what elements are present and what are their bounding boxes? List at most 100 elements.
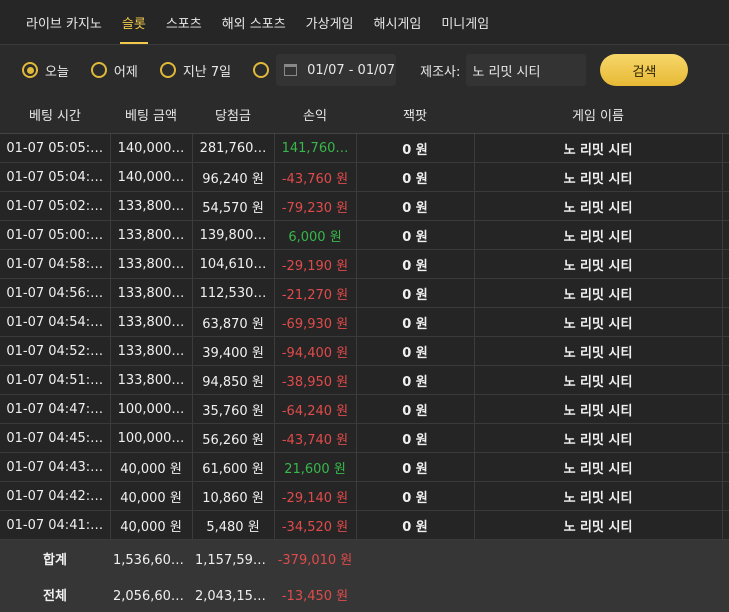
table-cell: 133,800… xyxy=(110,220,193,250)
table-row: 01-07 04:52:… 133,800… 39,400 원 -94,400 원0 … xyxy=(0,336,729,366)
table-row: 01-07 04:56:… 133,800… 112,530… -21,270 원0 … xyxy=(0,278,729,308)
table-cell: 노 리밋 시티 xyxy=(474,249,723,279)
table-cell: 노 리밋 시티 xyxy=(474,133,723,163)
table-cell-spacer xyxy=(722,481,729,511)
table-cell: 노 리밋 시티 xyxy=(474,220,723,250)
date-radio-1[interactable]: 어제 xyxy=(90,61,138,80)
table-header: 베팅 시간 베팅 금액 당첨금 손익 잭팟 게임 이름 xyxy=(0,95,729,134)
table-row: 01-07 04:54:… 133,800… 63,870 원 -69,930 원0 … xyxy=(0,307,729,337)
table-cell: 0 원 xyxy=(356,481,475,511)
table-cell: 10,860 원 xyxy=(192,481,275,511)
table-cell: 61,600 원 xyxy=(192,452,275,482)
table-cell: -38,950 원 xyxy=(274,365,357,395)
totals-label: 전체 xyxy=(0,576,110,612)
table-cell: 노 리밋 시티 xyxy=(474,365,723,395)
table-row: 01-07 04:41:… 40,000 원 5,480 원 -34,520 원0 원… xyxy=(0,510,729,540)
table-cell-spacer xyxy=(722,191,729,221)
date-radio-3[interactable] xyxy=(253,62,270,78)
tab-0[interactable]: 라이브 카지노 xyxy=(0,0,112,44)
table-cell: 54,570 원 xyxy=(192,191,275,221)
table-cell: 01-07 05:05:… xyxy=(0,133,111,163)
table-cell: 0 원 xyxy=(356,336,475,366)
table-cell: 노 리밋 시티 xyxy=(474,307,723,337)
table-cell: -29,190 원 xyxy=(274,249,357,279)
table-cell: 노 리밋 시티 xyxy=(474,481,723,511)
table-cell-spacer xyxy=(722,423,729,453)
date-range-text: 01/07 - 01/07 xyxy=(307,62,396,78)
column-header-spacer xyxy=(722,95,729,134)
table-cell: 노 리밋 시티 xyxy=(474,191,723,221)
table-cell: 133,800… xyxy=(110,336,193,366)
table-cell: 01-07 04:43:… xyxy=(0,452,111,482)
date-radio-0[interactable]: 오늘 xyxy=(22,61,69,80)
table-cell: 노 리밋 시티 xyxy=(474,394,723,424)
date-radio-group: 오늘 어제 지난 7일 xyxy=(0,61,270,80)
date-radio-2[interactable]: 지난 7일 xyxy=(159,61,231,80)
table-cell: 100,000… xyxy=(110,423,193,453)
table-row: 01-07 05:02:… 133,800… 54,570 원 -79,230 원0 … xyxy=(0,191,729,221)
bet-history-table: 베팅 시간 베팅 금액 당첨금 손익 잭팟 게임 이름 01-07 05:05:… 140,… xyxy=(0,95,729,612)
table-cell: -43,740 원 xyxy=(274,423,357,453)
maker-label: 제조사: xyxy=(420,64,461,80)
table-cell: 01-07 04:56:… xyxy=(0,278,111,308)
totals-bet: 2,056,600 원 xyxy=(110,576,192,612)
table-cell: 140,000… xyxy=(110,162,193,192)
table-cell: 21,600 원 xyxy=(274,452,357,482)
table-cell: 01-07 04:51:… xyxy=(0,365,111,395)
table-cell-spacer xyxy=(722,365,729,395)
table-cell: 노 리밋 시티 xyxy=(474,510,723,540)
table-cell: 0 원 xyxy=(356,452,475,482)
table-cell: 0 원 xyxy=(356,162,475,192)
maker-input[interactable] xyxy=(466,54,587,86)
table-cell: 100,000… xyxy=(110,394,193,424)
tab-3[interactable]: 해외 스포츠 xyxy=(212,0,296,44)
radio-circle-icon xyxy=(90,62,107,78)
column-header: 당첨금 xyxy=(192,95,274,134)
table-cell: 35,760 원 xyxy=(192,394,275,424)
tab-6[interactable]: 미니게임 xyxy=(431,0,499,44)
totals-label: 합계 xyxy=(0,539,110,576)
table-cell: 노 리밋 시티 xyxy=(474,423,723,453)
table-cell: 01-07 04:42:… xyxy=(0,481,111,511)
table-cell: 40,000 원 xyxy=(110,481,193,511)
table-cell: 노 리밋 시티 xyxy=(474,452,723,482)
table-cell: 01-07 05:00:… xyxy=(0,220,111,250)
table-row: 01-07 04:51:… 133,800… 94,850 원 -38,950 원0 … xyxy=(0,365,729,395)
tab-1[interactable]: 슬롯 xyxy=(112,0,156,44)
column-header: 게임 이름 xyxy=(474,95,722,134)
table-cell: 139,800… xyxy=(192,220,275,250)
totals-win: 1,157,590 원 xyxy=(192,539,274,576)
totals-row: 전체 2,056,600 원 2,043,150 원 -13,450 원 xyxy=(0,576,729,612)
table-cell-spacer xyxy=(722,510,729,540)
table-row: 01-07 04:58:… 133,800… 104,610… -29,190 원0 … xyxy=(0,249,729,279)
table-cell: 01-07 04:58:… xyxy=(0,249,111,279)
table-row: 01-07 04:45:… 100,000… 56,260 원 -43,740 원0 … xyxy=(0,423,729,453)
search-button[interactable]: 검색 xyxy=(600,54,689,86)
radio-circle-icon xyxy=(22,62,38,78)
totals-pl: -13,450 원 xyxy=(274,576,356,612)
filter-bar: 오늘 어제 지난 7일 01/07 - 01/07 제조사: 검색 xyxy=(0,45,729,95)
table-cell: 01-07 04:45:… xyxy=(0,423,111,453)
table-row: 01-07 04:43:… 40,000 원 61,600 원 21,600 원0 원… xyxy=(0,452,729,482)
tab-5[interactable]: 해시게임 xyxy=(364,0,432,44)
column-header: 손익 xyxy=(274,95,356,134)
tab-4[interactable]: 가상게임 xyxy=(296,0,364,44)
tab-2[interactable]: 스포츠 xyxy=(156,0,212,44)
table-cell: 01-07 05:04:… xyxy=(0,162,111,192)
table-cell: 노 리밋 시티 xyxy=(474,336,723,366)
table-cell: 140,000… xyxy=(110,133,193,163)
table-cell: -29,140 원 xyxy=(274,481,357,511)
table-cell: 0 원 xyxy=(356,510,475,540)
column-header: 베팅 시간 xyxy=(0,95,110,134)
table-cell: -21,270 원 xyxy=(274,278,357,308)
date-range-picker[interactable]: 01/07 - 01/07 xyxy=(276,54,397,86)
table-cell: 141,760… xyxy=(274,133,357,163)
table-cell: 01-07 04:54:… xyxy=(0,307,111,337)
totals-empty xyxy=(356,576,729,612)
totals-row: 합계 1,536,600 원 1,157,590 원 -379,010 원 xyxy=(0,539,729,576)
table-cell: -64,240 원 xyxy=(274,394,357,424)
table-cell: -94,400 원 xyxy=(274,336,357,366)
table-cell-spacer xyxy=(722,220,729,250)
column-header: 베팅 금액 xyxy=(110,95,192,134)
table-cell: 5,480 원 xyxy=(192,510,275,540)
